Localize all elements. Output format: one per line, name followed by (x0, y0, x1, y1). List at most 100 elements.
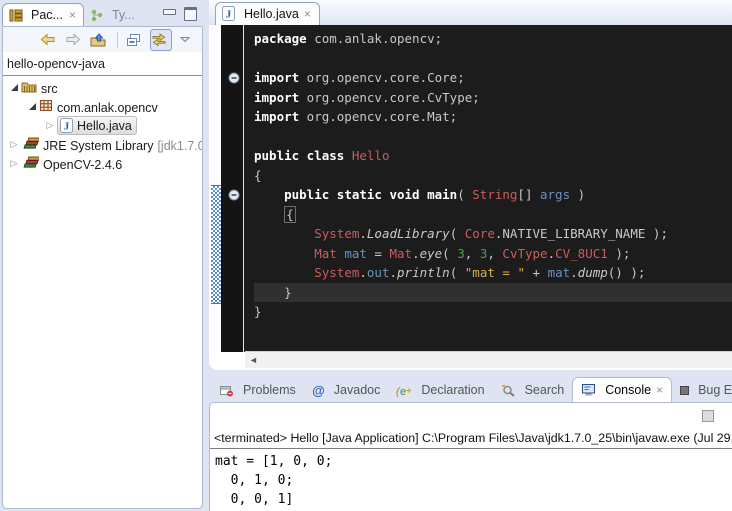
tree-item-label: com.anlak.opencv (57, 101, 158, 115)
code-line[interactable]: public static void main( String[] args ) (254, 185, 732, 205)
tab-label: Console (605, 383, 651, 397)
view-tab-label: Ty... (112, 8, 135, 22)
tab-label: Problems (243, 383, 296, 397)
code-line[interactable]: public class Hello (254, 146, 732, 166)
view-tab-pac[interactable]: Pac... × (2, 3, 84, 26)
close-icon[interactable]: × (656, 383, 663, 397)
code-line[interactable]: import org.opencv.core.Mat; (254, 107, 732, 127)
tree-item-src[interactable]: src (3, 78, 202, 97)
console-status-line: <terminated> Hello [Java Application] C:… (210, 431, 732, 449)
code-line[interactable]: { (254, 205, 732, 225)
tree-item-label: Hello.java (77, 119, 132, 133)
svg-text:J: J (226, 9, 232, 21)
package-explorer-panel: hello-opencv-java srccom.anlak.opencv▷JH… (2, 26, 203, 509)
package-folder-icon (21, 80, 37, 93)
range-indicator (211, 185, 221, 304)
problems-icon (219, 384, 234, 397)
package-explorer-icon (9, 9, 23, 22)
console-toolbar-icon[interactable] (702, 410, 714, 422)
code-line[interactable] (254, 127, 732, 147)
console-output[interactable]: mat = [1, 0, 0; 0, 1, 0; 0, 0, 1] (210, 449, 732, 509)
tab-label: Javadoc (334, 383, 381, 397)
project-tree: srccom.anlak.opencv▷JHello.java▷JRE Syst… (3, 76, 202, 173)
tree-expanded-arrow-icon[interactable] (7, 84, 21, 91)
close-icon[interactable]: × (69, 10, 76, 20)
tree-item-hello-java[interactable]: ▷ J Hello.java (3, 116, 202, 135)
editor-tab-hello-java[interactable]: J Hello.java × (215, 2, 320, 25)
editor-tabrow: J Hello.java × (209, 0, 732, 25)
console-content: <terminated> Hello [Java Application] C:… (209, 402, 732, 511)
package-icon (39, 99, 53, 112)
tab-label: Bug Explorer (698, 383, 732, 397)
tree-collapsed-arrow-icon[interactable]: ▷ (43, 121, 57, 130)
code-line[interactable]: } (254, 283, 732, 303)
view-tab-label: Pac... (31, 8, 63, 22)
package-explorer-toolbar (3, 27, 202, 52)
tree-item-jre-system-library[interactable]: ▷ JRE System Library [jdk1.7.0 (3, 135, 202, 154)
console-output-line: 0, 0, 1] (215, 490, 732, 509)
type-hierarchy-icon (90, 9, 104, 22)
close-icon[interactable]: × (304, 7, 311, 21)
code-line[interactable]: import org.opencv.core.Core; (254, 68, 732, 88)
back-arrow-icon (40, 33, 56, 46)
tree-item-label: src (41, 82, 58, 96)
library-icon (21, 137, 39, 150)
code-line[interactable]: System.LoadLibrary( Core.NATIVE_LIBRARY_… (254, 224, 732, 244)
code-line[interactable]: { (254, 166, 732, 186)
console-view: Problems@Javadoc(eDeclarationSearchConso… (209, 374, 732, 511)
fold-collapse-icon[interactable] (228, 71, 240, 83)
tree-item-decoration: [jdk1.7.0 (157, 139, 202, 153)
fold-collapse-icon[interactable] (228, 188, 240, 200)
forward-button[interactable] (65, 30, 85, 50)
view-tab-ty[interactable]: Ty... (84, 4, 142, 26)
code-line[interactable] (254, 49, 732, 69)
search-icon (501, 384, 516, 397)
toolbar-separator (117, 32, 118, 48)
code-line[interactable]: import org.opencv.core.CvType; (254, 88, 732, 108)
collapse-all-icon (126, 33, 141, 47)
javadoc-icon: @ (312, 384, 325, 397)
code-line[interactable]: } (254, 302, 732, 322)
collapse-all-button[interactable] (125, 30, 145, 50)
tab-javadoc[interactable]: @ Javadoc (304, 378, 389, 402)
view-menu-button[interactable] (177, 30, 197, 50)
console-output-line: 0, 1, 0; (215, 471, 732, 490)
selected-tree-item: J Hello.java (57, 116, 137, 135)
console-icon (581, 383, 596, 397)
library-icon (21, 156, 39, 169)
scroll-left-icon[interactable]: ◄ (245, 355, 258, 365)
tab-bug-explorer[interactable]: Bug Explorer (672, 378, 732, 402)
project-header[interactable]: hello-opencv-java (3, 52, 202, 76)
tab-console[interactable]: Console × (572, 377, 672, 402)
tree-collapsed-arrow-icon[interactable]: ▷ (7, 140, 21, 149)
tree-item-opencv-2-4-6[interactable]: ▷OpenCV-2.4.6 (3, 154, 202, 173)
tab-problems[interactable]: Problems (211, 378, 304, 402)
minimize-button[interactable] (163, 9, 176, 15)
tab-declaration[interactable]: (eDeclaration (388, 378, 492, 402)
go-up-button[interactable] (90, 30, 110, 50)
go-up-icon (90, 33, 106, 47)
code-editor[interactable]: package com.anlak.opencv; import org.ope… (244, 25, 732, 352)
chevron-down-icon (180, 36, 190, 43)
link-with-editor-button[interactable] (150, 29, 172, 51)
java-file-icon: J (60, 118, 73, 133)
tab-label: Declaration (421, 383, 484, 397)
tree-expanded-arrow-icon[interactable] (25, 103, 39, 110)
tree-collapsed-arrow-icon[interactable]: ▷ (7, 159, 21, 168)
code-line[interactable]: package com.anlak.opencv; (254, 29, 732, 49)
console-toolbar (210, 403, 732, 431)
console-view-tabrow: Problems@Javadoc(eDeclarationSearchConso… (209, 374, 732, 402)
code-line[interactable]: Mat mat = Mat.eye( 3, 3, CvType.CV_8UC1 … (254, 244, 732, 264)
back-button[interactable] (40, 30, 60, 50)
eclipse-workbench: { "left_panel": { "tabs": [ {"label": "P… (0, 0, 732, 511)
code-line[interactable]: System.out.println( "mat = " + mat.dump(… (254, 263, 732, 283)
editor-tab-label: Hello.java (244, 7, 299, 21)
tab-search[interactable]: Search (493, 378, 573, 402)
forward-arrow-icon (65, 33, 81, 46)
tree-item-label: JRE System Library (43, 139, 153, 153)
package-explorer-view: Pac... × Ty... hello-opencv-java src com.an… (2, 0, 203, 509)
maximize-button[interactable] (184, 7, 197, 21)
horizontal-scrollbar[interactable]: ◄ (245, 351, 732, 368)
svg-text:J: J (64, 121, 70, 133)
tree-item-com-anlak-opencv[interactable]: com.anlak.opencv (3, 97, 202, 116)
